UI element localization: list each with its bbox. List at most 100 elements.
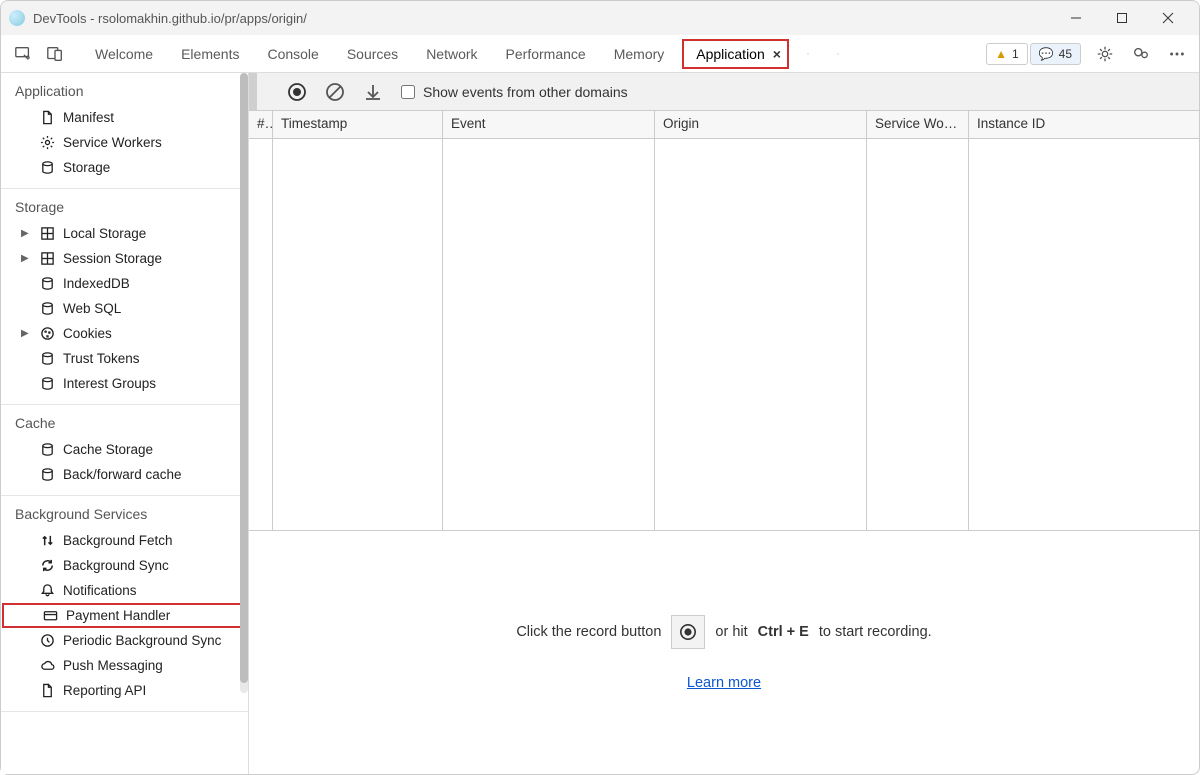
db-icon (39, 301, 55, 317)
col-origin[interactable]: Origin (655, 111, 867, 138)
sidebar-section-header: Cache (1, 405, 248, 437)
sidebar-item-payment-handler[interactable]: ▶Payment Handler (2, 603, 247, 628)
more-options-icon[interactable] (1163, 40, 1191, 68)
info-icon: 💬 (1039, 47, 1054, 61)
warnings-count: 1 (1012, 47, 1019, 61)
tab-label: Application (696, 46, 765, 62)
record-icon[interactable] (287, 82, 307, 102)
tab-network[interactable]: Network (412, 35, 491, 73)
tab-memory[interactable]: Memory (600, 35, 679, 73)
sidebar-item-background-sync[interactable]: ▶Background Sync (1, 553, 248, 578)
sidebar-section-header: Storage (1, 189, 248, 221)
col-timestamp[interactable]: Timestamp (273, 111, 443, 138)
col-service-worker[interactable]: Service Wor… (867, 111, 969, 138)
info-count: 45 (1059, 47, 1072, 61)
sidebar-item-label: Storage (63, 160, 110, 175)
record-button[interactable] (671, 615, 705, 649)
panel-tabs: Welcome Elements Console Sources Network… (81, 35, 853, 72)
close-tab-icon[interactable]: × (773, 46, 781, 62)
main-panel: Show events from other domains # Timesta… (249, 73, 1199, 774)
sidebar-item-cache-storage[interactable]: ▶Cache Storage (1, 437, 248, 462)
learn-more-link[interactable]: Learn more (687, 675, 761, 691)
application-sidebar: Application▶Manifest▶Service Workers▶Sto… (1, 73, 249, 774)
sidebar-item-label: Service Workers (63, 135, 162, 150)
show-other-domains-checkbox[interactable]: Show events from other domains (401, 84, 628, 100)
sidebar-item-indexeddb[interactable]: ▶IndexedDB (1, 271, 248, 296)
sidebar-item-label: Cache Storage (63, 442, 153, 457)
sidebar-item-background-fetch[interactable]: ▶Background Fetch (1, 528, 248, 553)
sidebar-item-label: Background Sync (63, 558, 169, 573)
warnings-badge[interactable]: ▲ 1 (986, 43, 1028, 65)
tab-application[interactable]: Application × (682, 39, 789, 69)
download-icon[interactable] (363, 82, 383, 102)
panel-scrollbar[interactable] (249, 73, 257, 110)
device-toolbar-icon[interactable] (41, 40, 69, 68)
tabs-bar: Welcome Elements Console Sources Network… (1, 35, 1199, 73)
card-icon (42, 608, 58, 624)
window-title: DevTools - rsolomakhin.github.io/pr/apps… (33, 11, 307, 26)
events-table: # Timestamp Event Origin Service Wor… In… (249, 111, 1199, 531)
col-event[interactable]: Event (443, 111, 655, 138)
db-icon (39, 376, 55, 392)
db-icon (39, 276, 55, 292)
tab-performance[interactable]: Performance (492, 35, 600, 73)
warning-icon: ▲ (995, 47, 1007, 61)
db-icon (39, 442, 55, 458)
sidebar-item-label: Cookies (63, 326, 112, 341)
sidebar-item-back-forward-cache[interactable]: ▶Back/forward cache (1, 462, 248, 487)
expand-caret-icon: ▶ (21, 228, 31, 239)
sidebar-item-label: Push Messaging (63, 658, 163, 673)
sidebar-item-label: Payment Handler (66, 608, 170, 623)
sidebar-item-storage[interactable]: ▶Storage (1, 155, 248, 180)
sidebar-item-session-storage[interactable]: ▶Session Storage (1, 246, 248, 271)
col-number[interactable]: # (249, 111, 273, 138)
sidebar-item-label: Web SQL (63, 301, 121, 316)
grid-icon (39, 251, 55, 267)
sidebar-item-label: Session Storage (63, 251, 162, 266)
sidebar-item-web-sql[interactable]: ▶Web SQL (1, 296, 248, 321)
file-icon (39, 683, 55, 699)
inspect-element-icon[interactable] (9, 40, 37, 68)
sidebar-item-local-storage[interactable]: ▶Local Storage (1, 221, 248, 246)
sidebar-item-label: Trust Tokens (63, 351, 140, 366)
new-tab-icon[interactable] (823, 35, 853, 73)
show-other-domains-input[interactable] (401, 85, 415, 99)
sidebar-item-reporting-api[interactable]: ▶Reporting API (1, 678, 248, 703)
sidebar-item-cookies[interactable]: ▶Cookies (1, 321, 248, 346)
close-button[interactable] (1145, 3, 1191, 33)
sidebar-item-label: Manifest (63, 110, 114, 125)
bell-icon (39, 583, 55, 599)
sidebar-item-push-messaging[interactable]: ▶Push Messaging (1, 653, 248, 678)
clock-icon (39, 633, 55, 649)
checkbox-label: Show events from other domains (423, 84, 628, 100)
tab-console[interactable]: Console (253, 35, 332, 73)
tab-welcome[interactable]: Welcome (81, 35, 167, 73)
sidebar-item-service-workers[interactable]: ▶Service Workers (1, 130, 248, 155)
sidebar-item-periodic-background-sync[interactable]: ▶Periodic Background Sync (1, 628, 248, 653)
empty-suffix: to start recording. (819, 624, 932, 640)
clear-icon[interactable] (325, 82, 345, 102)
maximize-button[interactable] (1099, 3, 1145, 33)
titlebar: DevTools - rsolomakhin.github.io/pr/apps… (1, 1, 1199, 35)
tab-sources[interactable]: Sources (333, 35, 412, 73)
sidebar-item-manifest[interactable]: ▶Manifest (1, 105, 248, 130)
sidebar-item-trust-tokens[interactable]: ▶Trust Tokens (1, 346, 248, 371)
empty-state: Click the record button or hit Ctrl + E … (249, 531, 1199, 774)
db-icon (39, 160, 55, 176)
sidebar-item-notifications[interactable]: ▶Notifications (1, 578, 248, 603)
cloud-icon (39, 658, 55, 674)
sidebar-item-interest-groups[interactable]: ▶Interest Groups (1, 371, 248, 396)
col-instance-id[interactable]: Instance ID (969, 111, 1199, 138)
info-badge[interactable]: 💬 45 (1030, 43, 1081, 65)
minimize-button[interactable] (1053, 3, 1099, 33)
db-icon (39, 467, 55, 483)
sidebar-scrollbar[interactable] (240, 73, 248, 693)
tab-elements[interactable]: Elements (167, 35, 253, 73)
more-tabs-icon[interactable] (793, 35, 823, 73)
sidebar-section-header: Background Services (1, 496, 248, 528)
settings-icon[interactable] (1091, 40, 1119, 68)
feedback-icon[interactable] (1127, 40, 1155, 68)
sidebar-section-header: Application (1, 73, 248, 105)
table-body (249, 139, 1199, 530)
sidebar-item-label: Background Fetch (63, 533, 173, 548)
